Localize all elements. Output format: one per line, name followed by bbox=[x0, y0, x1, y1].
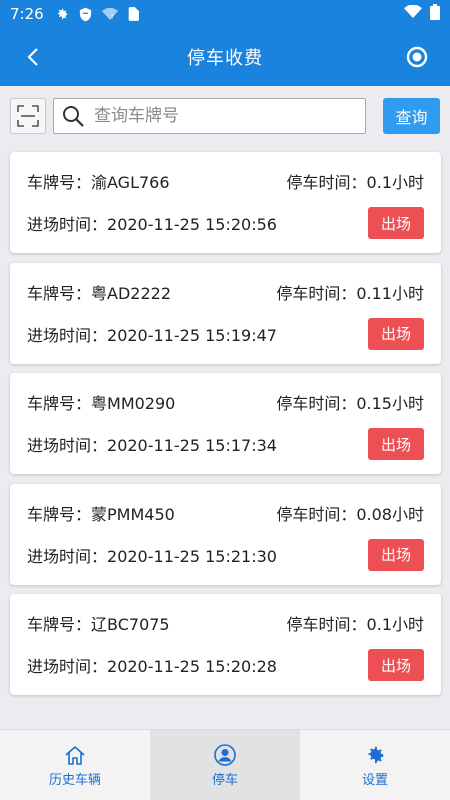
scan-icon bbox=[17, 105, 39, 127]
entry-label: 进场时间： bbox=[27, 215, 108, 234]
duration-label: 停车时间： bbox=[276, 394, 357, 414]
back-button[interactable] bbox=[18, 42, 48, 72]
plate-number: 蒙PMM450 bbox=[91, 504, 175, 524]
tab-history-vehicles[interactable]: 历史车辆 bbox=[0, 730, 150, 800]
shield-status-icon bbox=[78, 6, 94, 22]
entry-field: 进场时间：2020-11-25 15:17:34 bbox=[27, 432, 277, 456]
duration-value: 0.08小时 bbox=[356, 504, 424, 524]
exit-button[interactable]: 出场 bbox=[368, 317, 424, 350]
entry-time: 2020-11-25 15:20:56 bbox=[107, 215, 277, 234]
record-card[interactable]: 车牌号：辽BC7075 停车时间：0.1小时 进场时间：2020-11-25 1… bbox=[10, 594, 441, 696]
record-row-top: 车牌号：粤MM0290 停车时间：0.15小时 bbox=[27, 390, 424, 414]
record-card[interactable]: 车牌号：粤MM0290 停车时间：0.15小时 进场时间：2020-11-25 … bbox=[10, 373, 441, 475]
tab-label: 停车 bbox=[211, 772, 238, 788]
plate-field: 车牌号：渝AGL766 bbox=[27, 169, 170, 193]
exit-button[interactable]: 出场 bbox=[368, 428, 424, 461]
entry-label: 进场时间： bbox=[27, 657, 108, 677]
plate-number: 粤MM0290 bbox=[91, 394, 176, 414]
plate-number: 渝AGL766 bbox=[91, 173, 170, 192]
record-button[interactable] bbox=[404, 44, 430, 70]
record-card[interactable]: 车牌号：粤AD2222 停车时间：0.11小时 进场时间：2020-11-25 … bbox=[10, 262, 441, 364]
search-row: 查询 bbox=[10, 97, 440, 135]
duration-label: 停车时间： bbox=[286, 615, 367, 635]
record-row-top: 车牌号：辽BC7075 停车时间：0.1小时 bbox=[27, 611, 424, 635]
status-bar: 7:26 ? bbox=[0, 0, 450, 28]
record-row-bottom: 进场时间：2020-11-25 15:17:34 出场 bbox=[27, 428, 424, 461]
search-box[interactable] bbox=[53, 98, 366, 134]
entry-field: 进场时间：2020-11-25 15:20:56 bbox=[27, 211, 277, 235]
entry-field: 进场时间：2020-11-25 15:20:28 bbox=[27, 653, 277, 677]
record-row-bottom: 进场时间：2020-11-25 15:20:56 出场 bbox=[27, 207, 424, 239]
duration-value: 0.11小时 bbox=[356, 283, 424, 303]
query-button[interactable]: 查询 bbox=[383, 98, 440, 134]
record-card[interactable]: 车牌号：渝AGL766 停车时间：0.1小时 进场时间：2020-11-25 1… bbox=[10, 152, 441, 253]
duration-value: 0.1小时 bbox=[366, 615, 424, 635]
tab-parking[interactable]: 停车 bbox=[150, 730, 300, 800]
duration-field: 停车时间：0.08小时 bbox=[276, 501, 424, 525]
parking-record-list: 车牌号：渝AGL766 停车时间：0.1小时 进场时间：2020-11-25 1… bbox=[10, 152, 441, 705]
duration-field: 停车时间：0.1小时 bbox=[287, 611, 424, 635]
duration-value: 0.1小时 bbox=[366, 173, 424, 192]
duration-label: 停车时间： bbox=[276, 504, 357, 524]
record-row-top: 车牌号：粤AD2222 停车时间：0.11小时 bbox=[27, 280, 424, 304]
plate-label: 车牌号： bbox=[27, 615, 92, 635]
entry-time: 2020-11-25 15:19:47 bbox=[107, 325, 277, 345]
user-icon bbox=[213, 743, 237, 767]
plate-number: 辽BC7075 bbox=[91, 615, 170, 635]
entry-field: 进场时间：2020-11-25 15:19:47 bbox=[27, 322, 277, 346]
scan-button[interactable] bbox=[10, 98, 46, 134]
plate-label: 车牌号： bbox=[27, 504, 92, 524]
tab-settings[interactable]: 设置 bbox=[300, 730, 450, 800]
svg-text:?: ? bbox=[110, 14, 113, 21]
home-icon bbox=[63, 743, 87, 767]
tab-label: 设置 bbox=[361, 772, 388, 788]
search-input[interactable] bbox=[94, 106, 344, 126]
plate-field: 车牌号：蒙PMM450 bbox=[27, 501, 175, 525]
exit-button[interactable]: 出场 bbox=[368, 649, 424, 682]
plate-label: 车牌号： bbox=[27, 283, 92, 303]
entry-label: 进场时间： bbox=[27, 436, 108, 456]
status-time: 7:26 bbox=[10, 5, 44, 23]
plate-label: 车牌号： bbox=[27, 173, 92, 192]
record-row-top: 车牌号：蒙PMM450 停车时间：0.08小时 bbox=[27, 501, 424, 525]
record-circle-icon bbox=[406, 46, 428, 68]
duration-value: 0.15小时 bbox=[356, 394, 424, 414]
sim-card-status-icon bbox=[126, 6, 142, 22]
chevron-left-icon bbox=[27, 48, 38, 66]
entry-time: 2020-11-25 15:17:34 bbox=[107, 436, 277, 456]
exit-button[interactable]: 出场 bbox=[368, 538, 424, 571]
plate-field: 车牌号：粤AD2222 bbox=[27, 280, 171, 304]
duration-field: 停车时间：0.11小时 bbox=[276, 280, 424, 304]
plate-field: 车牌号：粤MM0290 bbox=[27, 390, 175, 414]
duration-label: 停车时间： bbox=[286, 173, 367, 192]
exit-button[interactable]: 出场 bbox=[368, 207, 424, 239]
page-title: 停车收费 bbox=[187, 48, 263, 69]
record-row-bottom: 进场时间：2020-11-25 15:19:47 出场 bbox=[27, 317, 424, 350]
plate-field: 车牌号：辽BC7075 bbox=[27, 611, 170, 635]
entry-time: 2020-11-25 15:20:28 bbox=[107, 657, 277, 677]
plate-number: 粤AD2222 bbox=[91, 283, 172, 303]
record-row-bottom: 进场时间：2020-11-25 15:20:28 出场 bbox=[27, 649, 424, 682]
duration-field: 停车时间：0.15小时 bbox=[276, 390, 424, 414]
entry-time: 2020-11-25 15:21:30 bbox=[107, 546, 277, 566]
bottom-tab-bar: 历史车辆 停车 设置 bbox=[0, 729, 450, 800]
wifi-status-icon bbox=[404, 4, 422, 23]
duration-label: 停车时间： bbox=[276, 283, 357, 303]
record-card[interactable]: 车牌号：蒙PMM450 停车时间：0.08小时 进场时间：2020-11-25 … bbox=[10, 483, 441, 585]
battery-status-icon bbox=[430, 4, 440, 24]
record-row-bottom: 进场时间：2020-11-25 15:21:30 出场 bbox=[27, 538, 424, 571]
tab-label: 历史车辆 bbox=[48, 772, 101, 788]
entry-label: 进场时间： bbox=[27, 546, 108, 566]
entry-label: 进场时间： bbox=[27, 325, 108, 345]
app-bar: 停车收费 bbox=[0, 28, 450, 86]
settings-status-icon bbox=[54, 6, 70, 22]
wifi-question-status-icon: ? bbox=[101, 6, 118, 22]
gear-icon bbox=[363, 743, 387, 767]
record-row-top: 车牌号：渝AGL766 停车时间：0.1小时 bbox=[27, 169, 424, 193]
search-icon bbox=[63, 106, 84, 127]
duration-field: 停车时间：0.1小时 bbox=[287, 169, 424, 193]
plate-label: 车牌号： bbox=[27, 394, 92, 414]
status-right-group bbox=[404, 4, 440, 24]
entry-field: 进场时间：2020-11-25 15:21:30 bbox=[27, 543, 277, 567]
